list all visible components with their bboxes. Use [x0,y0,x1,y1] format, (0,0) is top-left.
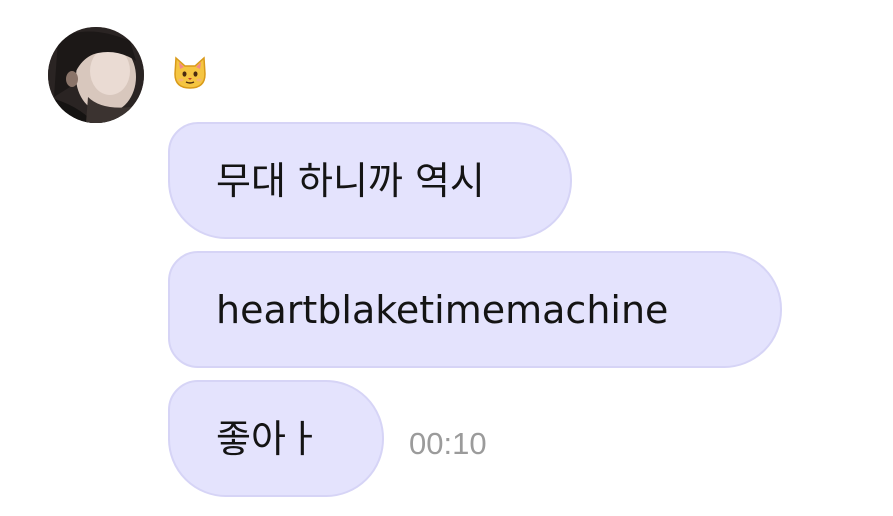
message-text: 좋아ㅏ [216,416,321,461]
cat-emoji-icon [172,56,208,90]
message-bubble[interactable]: 무대 하니까 역시 [168,122,572,239]
message-bubble[interactable]: heartblaketimemachine [168,251,782,368]
avatar[interactable] [48,27,144,123]
message-text: heartblaketimemachine [216,287,669,332]
message-timestamp: 00:10 [409,426,487,461]
profile-photo-icon [48,27,144,123]
message-text: 무대 하니까 역시 [216,158,485,203]
message-bubble[interactable]: 좋아ㅏ [168,380,384,497]
